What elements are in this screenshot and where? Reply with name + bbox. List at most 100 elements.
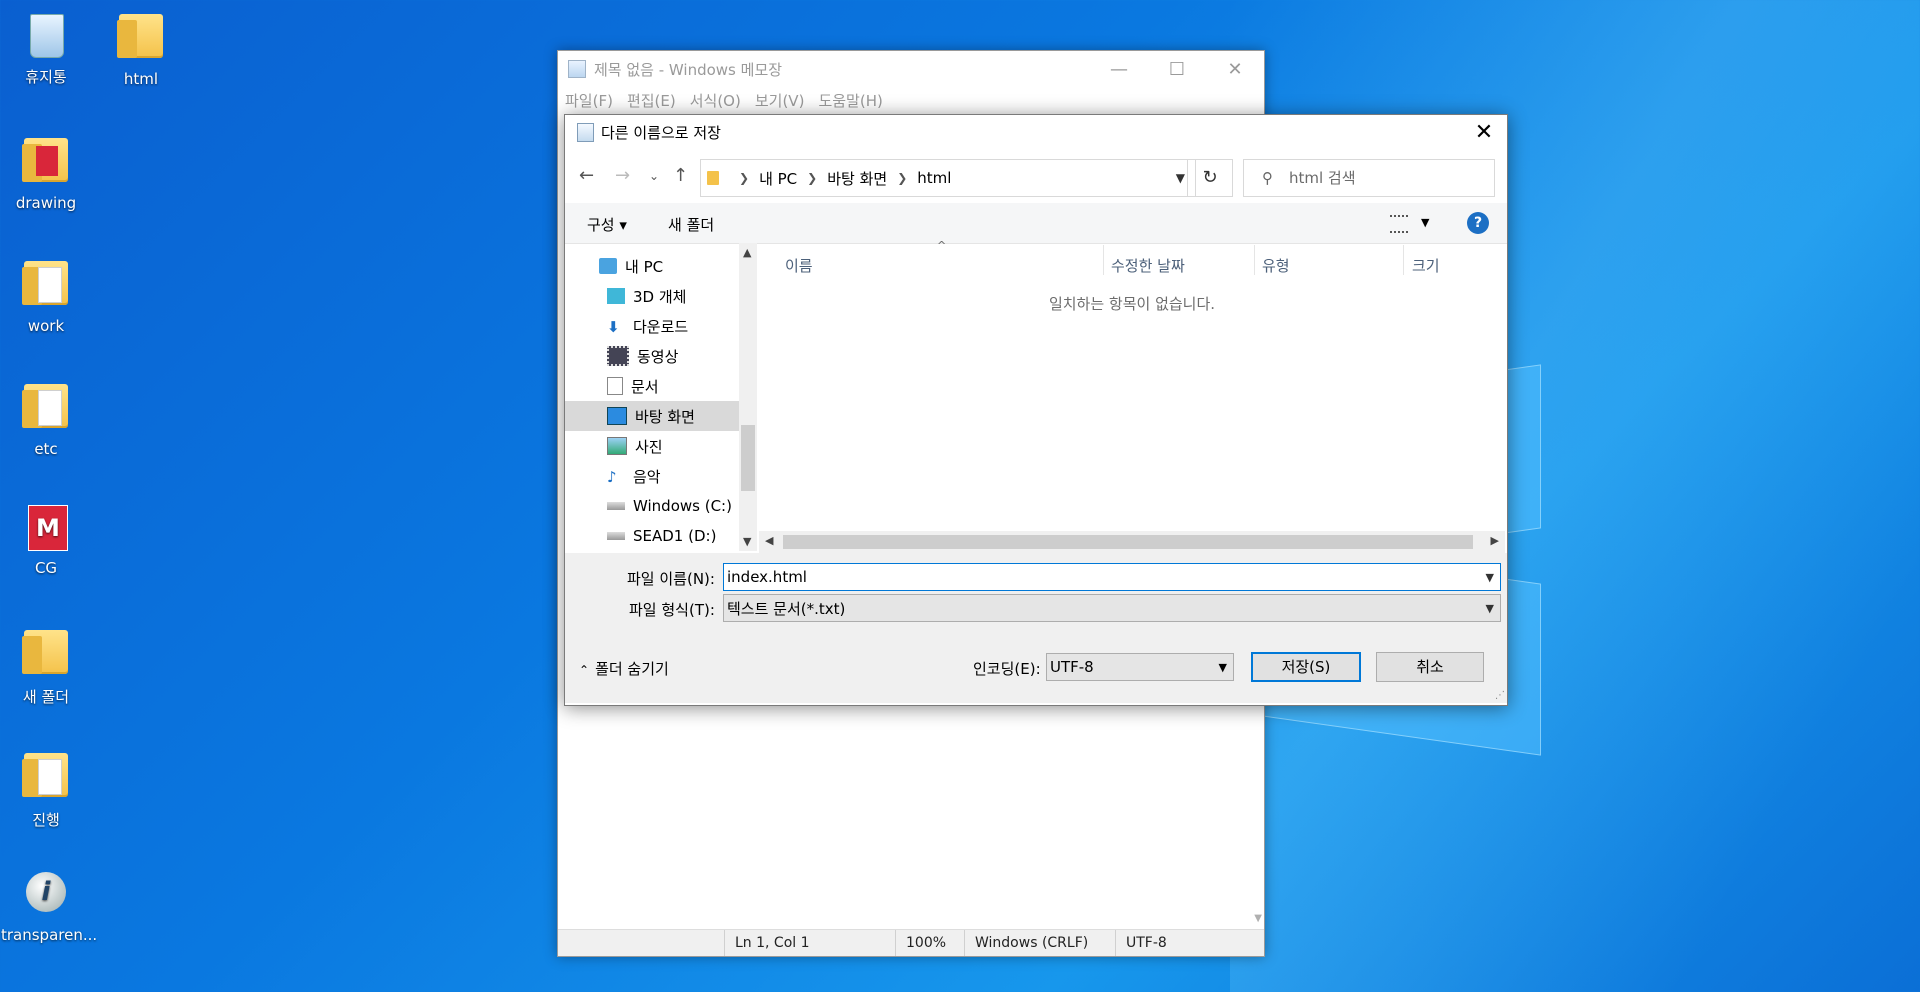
music-icon: ♪ xyxy=(607,468,617,486)
folder-icon xyxy=(22,384,70,436)
chevron-right-icon[interactable]: ❯ xyxy=(739,171,749,185)
chevron-left-icon[interactable]: ◀ xyxy=(765,534,773,547)
notepad-titlebar[interactable]: 제목 없음 - Windows 메모장 — ☐ ✕ xyxy=(558,51,1264,87)
column-header-size[interactable]: 크기 xyxy=(1412,255,1440,276)
close-icon[interactable]: ✕ xyxy=(1206,59,1264,80)
chevron-right-icon[interactable]: ❯ xyxy=(897,171,907,185)
desktop-icon-new-folder[interactable]: 새 폴더 xyxy=(1,626,91,707)
chevron-down-icon[interactable]: ▼ xyxy=(1486,602,1494,615)
back-arrow-icon[interactable]: ← xyxy=(579,165,594,186)
search-box[interactable]: ⚲ xyxy=(1243,159,1495,197)
minimize-icon[interactable]: — xyxy=(1090,59,1148,80)
nav-item-label: 내 PC xyxy=(625,257,664,276)
desktop-icon-progress[interactable]: 진행 xyxy=(1,749,91,830)
scrollbar-thumb[interactable] xyxy=(741,425,755,491)
notepad-title: 제목 없음 - Windows 메모장 xyxy=(594,60,783,79)
nav-item-pictures[interactable]: 사진 xyxy=(565,431,739,461)
chevron-down-icon[interactable]: ▼ xyxy=(1176,171,1185,185)
file-list[interactable]: ^ 이름 수정한 날짜 유형 크기 일치하는 항목이 없습니다. xyxy=(759,239,1505,553)
nav-item-3d-objects[interactable]: 3D 개체 xyxy=(565,281,739,311)
new-folder-button[interactable]: 새 폴더 xyxy=(668,214,714,235)
up-arrow-icon[interactable]: ↑ xyxy=(673,165,688,186)
desktop-icon-label: CG xyxy=(34,559,58,577)
column-header-date[interactable]: 수정한 날짜 xyxy=(1111,255,1185,276)
save-as-dialog[interactable]: 다른 이름으로 저장 ✕ ← → ⌄ ↑ ❯ 내 PC ❯ 바탕 화면 ❯ ht… xyxy=(564,114,1508,706)
breadcrumb-html[interactable]: html xyxy=(917,169,951,187)
nav-item-documents[interactable]: 문서 xyxy=(565,371,739,401)
organize-button[interactable]: 구성 ▾ xyxy=(587,214,627,235)
menu-edit[interactable]: 편집(E) xyxy=(627,90,676,111)
search-icon: ⚲ xyxy=(1262,169,1273,187)
resize-grip-icon[interactable]: ⋰ xyxy=(1495,690,1505,701)
menu-file[interactable]: 파일(F) xyxy=(565,90,613,111)
desktop-icon-label: 휴지통 xyxy=(25,68,67,86)
chevron-up-icon[interactable]: ▲ xyxy=(743,246,751,259)
nav-item-drive-c[interactable]: Windows (C:) xyxy=(565,491,739,521)
search-input[interactable] xyxy=(1287,168,1441,188)
chevron-down-icon[interactable]: ▼ xyxy=(1254,913,1262,924)
desktop-icon-recycle-bin[interactable]: 휴지통 xyxy=(1,10,91,87)
scrollbar-thumb[interactable] xyxy=(783,535,1473,549)
nav-item-this-pc[interactable]: 내 PC xyxy=(565,251,739,281)
nav-item-downloads[interactable]: ⬇ 다운로드 xyxy=(565,311,739,341)
notepad-icon xyxy=(568,60,586,78)
document-icon xyxy=(607,377,623,395)
folder-icon xyxy=(707,171,719,185)
filename-input[interactable] xyxy=(724,567,1469,587)
computer-icon xyxy=(599,258,617,274)
desktop-icon-work[interactable]: work xyxy=(1,257,91,335)
desktop-icon-label: html xyxy=(123,70,159,88)
menu-format[interactable]: 서식(O) xyxy=(690,90,741,111)
encoding-select[interactable]: UTF-8 ▼ xyxy=(1046,653,1234,681)
column-divider[interactable] xyxy=(1103,245,1104,275)
hide-folders-button[interactable]: ⌃ 폴더 숨기기 xyxy=(579,658,669,679)
nav-item-drive-d[interactable]: SEAD1 (D:) xyxy=(565,521,739,551)
filetype-value: 텍스트 문서(*.txt) xyxy=(727,599,846,618)
sort-ascending-icon: ^ xyxy=(937,239,947,252)
filetype-label: 파일 형식(T): xyxy=(629,601,715,619)
filetype-select[interactable]: 텍스트 문서(*.txt) ▼ xyxy=(723,594,1501,622)
desktop-icon-etc[interactable]: etc xyxy=(1,380,91,458)
address-bar[interactable]: ❯ 내 PC ❯ 바탕 화면 ❯ html ▼ xyxy=(700,159,1196,197)
maximize-icon[interactable]: ☐ xyxy=(1148,59,1206,80)
column-divider[interactable] xyxy=(1254,245,1255,275)
breadcrumb-this-pc[interactable]: 내 PC xyxy=(759,168,797,189)
chevron-right-icon[interactable]: ▶ xyxy=(1491,534,1499,547)
status-encoding: UTF-8 xyxy=(1115,930,1246,956)
dialog-toolbar: 구성 ▾ 새 폴더 ▼ ? xyxy=(565,203,1507,244)
chevron-down-icon[interactable]: ▼ xyxy=(1219,661,1227,674)
menu-view[interactable]: 보기(V) xyxy=(755,90,805,111)
help-icon[interactable]: ? xyxy=(1467,212,1489,234)
pictures-icon xyxy=(607,437,627,455)
view-options-icon[interactable] xyxy=(1390,215,1408,233)
refresh-icon[interactable]: ↻ xyxy=(1187,159,1233,197)
column-header-type[interactable]: 유형 xyxy=(1262,255,1290,276)
breadcrumb-desktop[interactable]: 바탕 화면 xyxy=(827,168,887,189)
dialog-titlebar[interactable]: 다른 이름으로 저장 ✕ xyxy=(565,115,1507,149)
nav-item-videos[interactable]: 동영상 xyxy=(565,341,739,371)
desktop-icon-cg[interactable]: M CG xyxy=(1,503,91,577)
chevron-down-icon[interactable]: ▼ xyxy=(1486,571,1494,584)
app-icon: M xyxy=(22,503,70,555)
close-icon[interactable]: ✕ xyxy=(1461,120,1507,145)
recent-locations-chevron-icon[interactable]: ⌄ xyxy=(649,169,659,183)
nav-item-desktop[interactable]: 바탕 화면 xyxy=(565,401,739,431)
folder-icon xyxy=(22,261,70,313)
chevron-down-icon[interactable]: ▼ xyxy=(1421,216,1429,229)
column-divider[interactable] xyxy=(1403,245,1404,275)
nav-item-music[interactable]: ♪ 음악 xyxy=(565,461,739,491)
folder-icon xyxy=(22,753,70,805)
file-list-scrollbar[interactable]: ◀ ▶ xyxy=(759,531,1505,553)
cancel-button[interactable]: 취소 xyxy=(1376,652,1484,682)
chevron-down-icon[interactable]: ▼ xyxy=(743,535,751,548)
filename-combobox[interactable]: ▼ xyxy=(723,563,1501,591)
desktop-icon-transparent[interactable]: i transparen... xyxy=(1,870,97,944)
column-header-name[interactable]: 이름 xyxy=(785,255,813,276)
desktop-icon-html[interactable]: html xyxy=(96,10,186,88)
chevron-right-icon[interactable]: ❯ xyxy=(807,171,817,185)
navigation-scrollbar[interactable]: ▲ ▼ xyxy=(739,243,757,551)
menu-help[interactable]: 도움말(H) xyxy=(818,90,882,111)
forward-arrow-icon[interactable]: → xyxy=(615,165,630,186)
save-button[interactable]: 저장(S) xyxy=(1251,652,1361,682)
desktop-icon-drawing[interactable]: drawing xyxy=(1,134,91,212)
